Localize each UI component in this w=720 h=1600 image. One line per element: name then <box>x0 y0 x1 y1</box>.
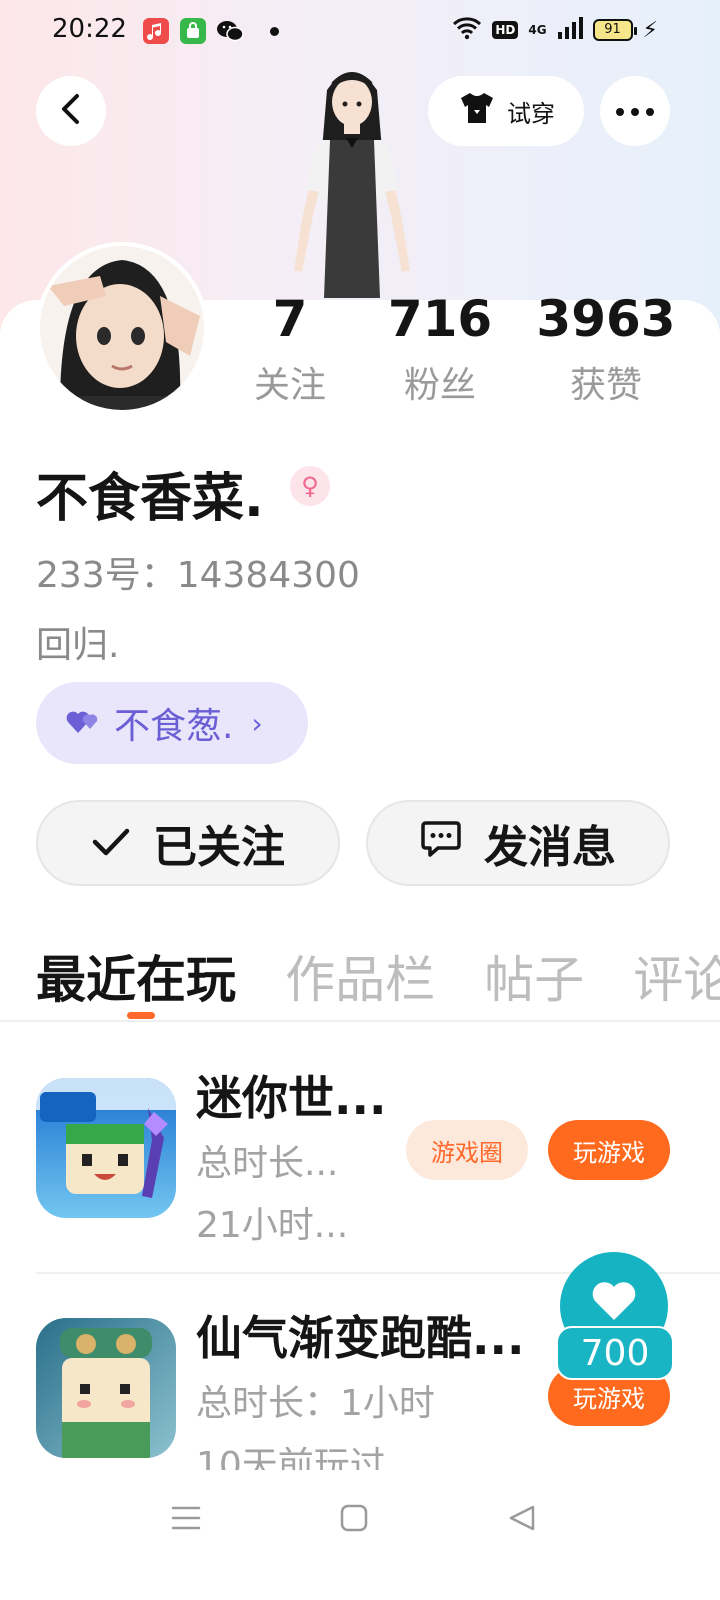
likes-label: 获赞 <box>569 365 642 406</box>
followed-button[interactable]: 已关注 <box>36 800 340 886</box>
fans-count: 716 <box>387 290 493 348</box>
bio: 回归. <box>36 625 120 666</box>
game-last-played: 21小时... <box>196 1205 349 1246</box>
chevron-left-icon <box>57 93 85 129</box>
notification-dot-icon <box>270 27 279 36</box>
tabs-divider <box>0 1020 720 1022</box>
avatar[interactable] <box>36 242 208 414</box>
likes-count: 3963 <box>536 290 676 348</box>
more-dots-icon <box>615 102 655 121</box>
chevron-right-icon: › <box>251 706 263 740</box>
play-game-button[interactable]: 玩游戏 <box>548 1120 670 1180</box>
hd-badge: HD <box>492 21 519 39</box>
shop-app-icon <box>180 18 206 44</box>
avatar-character-figure <box>272 60 432 300</box>
heart-icon <box>591 1280 637 1326</box>
double-heart-icon <box>66 703 102 744</box>
wifi-icon <box>452 16 482 44</box>
profile-tabs: 最近在玩 作品栏 帖子 评论 <box>36 940 720 1020</box>
following-label: 关注 <box>253 365 326 406</box>
game-duration: 总时长：1小时 <box>196 1383 435 1424</box>
game-name: 迷你世... <box>196 1071 387 1125</box>
recent-apps-button[interactable] <box>164 1498 208 1542</box>
send-message-button[interactable]: 发消息 <box>366 800 670 886</box>
nickname: 不食香菜. <box>36 469 264 529</box>
chat-bubble-icon <box>420 818 462 869</box>
stat-following[interactable]: 7 关注 <box>210 290 370 408</box>
game-icon <box>36 1318 176 1458</box>
triangle-back-icon <box>507 1503 537 1537</box>
tab-comments[interactable]: 评论 <box>633 940 720 1012</box>
tab-recently-played[interactable]: 最近在玩 <box>36 940 236 1012</box>
game-duration: 总时长... <box>196 1143 339 1184</box>
status-time: 20:22 <box>52 14 127 44</box>
tab-works[interactable]: 作品栏 <box>285 940 435 1012</box>
stat-likes[interactable]: 3963 获赞 <box>526 290 686 408</box>
back-nav-button[interactable] <box>500 1498 544 1542</box>
fans-label: 粉丝 <box>403 365 476 406</box>
game-name: 仙气渐变跑酷... <box>196 1311 525 1365</box>
wechat-app-icon <box>216 18 244 44</box>
charging-icon: ⚡ <box>642 17 658 43</box>
list-item[interactable]: 迷你世... 总时长... 21小时... 游戏圈 玩游戏 <box>36 1062 720 1262</box>
send-message-label: 发消息 <box>484 822 616 873</box>
status-bar: 20:22 HD 4G 91 ⚡ <box>0 0 720 64</box>
check-icon <box>91 818 131 869</box>
active-tab-indicator <box>127 1012 155 1019</box>
network-type: 4G <box>528 23 547 37</box>
back-button[interactable] <box>36 76 106 146</box>
status-indicators: HD 4G 91 ⚡ <box>452 16 658 44</box>
following-count: 7 <box>272 290 308 348</box>
try-on-button[interactable]: 试穿 <box>428 76 584 146</box>
followed-label: 已关注 <box>153 822 285 873</box>
floating-reward-count: 700 <box>556 1326 674 1380</box>
battery-icon: 91 <box>592 19 637 41</box>
stat-fans[interactable]: 716 粉丝 <box>360 290 520 408</box>
cp-relation-chip[interactable]: 不食葱. › <box>36 682 308 764</box>
game-icon <box>36 1078 176 1218</box>
signal-icon <box>557 16 583 44</box>
female-gender-icon: ♀ <box>290 466 330 506</box>
menu-icon <box>171 1504 201 1536</box>
user-id: 233号：14384300 <box>36 555 360 596</box>
home-button[interactable] <box>332 1498 376 1542</box>
try-on-label: 试穿 <box>507 99 555 128</box>
square-icon <box>339 1503 369 1537</box>
tab-posts[interactable]: 帖子 <box>484 940 584 1012</box>
music-app-icon <box>143 18 169 44</box>
cp-name: 不食葱. <box>114 706 234 747</box>
tshirt-icon <box>457 90 497 132</box>
game-circle-button[interactable]: 游戏圈 <box>406 1120 528 1180</box>
more-options-button[interactable] <box>600 76 670 146</box>
